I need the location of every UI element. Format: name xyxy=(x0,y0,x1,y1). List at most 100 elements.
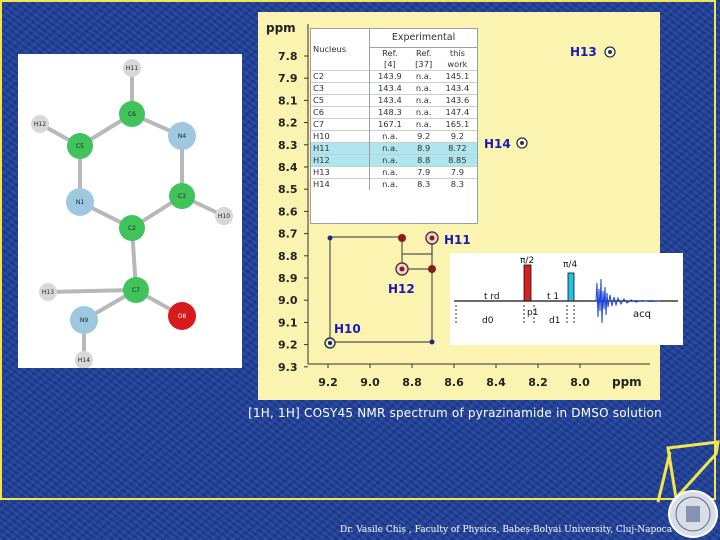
table-cell: C2 xyxy=(311,70,371,83)
table-cell: n.a. xyxy=(369,178,410,190)
molecule-panel: H11 C6 H12 C5 N4 C3 N1 H10 C2 C7 H13 N9 … xyxy=(18,54,242,369)
x-tick-label: 8.6 xyxy=(444,376,464,389)
label-h11: H11 xyxy=(444,233,471,247)
sub-header: this xyxy=(449,48,465,58)
table-cell: 8.8 xyxy=(409,154,438,167)
university-logo xyxy=(668,490,718,538)
svg-text:H13: H13 xyxy=(42,289,54,296)
table-cell: 9.2 xyxy=(437,130,477,143)
table-cell: 143.9 xyxy=(369,70,410,83)
table-cell: 145.1 xyxy=(437,70,477,83)
table-cell: n.a. xyxy=(409,82,438,95)
y-tick-label: 8.3 xyxy=(278,139,298,152)
y-tick-label: 7.9 xyxy=(278,72,298,85)
table-cell: n.a. xyxy=(409,118,438,131)
y-tick-label: 7.8 xyxy=(278,50,298,63)
sub-header: Ref. xyxy=(415,48,432,58)
footer-credit: Dr. Vasile Chiș , Faculty of Physics, Ba… xyxy=(340,525,673,535)
peak-h11 xyxy=(425,231,439,245)
y-tick-label: 8.1 xyxy=(278,94,298,107)
y-tick-label: 8.6 xyxy=(278,205,298,218)
label-h12: H12 xyxy=(388,282,415,296)
y-tick-label: 9.2 xyxy=(278,339,298,352)
table-row: C2 143.9 n.a. 145.1 xyxy=(311,70,477,83)
svg-text:H12: H12 xyxy=(34,121,46,128)
table-cell: H10 xyxy=(311,130,371,143)
table-cell: 167.1 xyxy=(369,118,410,131)
table-row: C5 143.4 n.a. 143.6 xyxy=(311,94,477,107)
sub-header: [4] xyxy=(383,59,396,69)
svg-text:C3: C3 xyxy=(178,193,186,200)
slide-caption: [1H, 1H] COSY45 NMR spectrum of pyrazina… xyxy=(248,406,662,420)
y-tick-label: 9.1 xyxy=(278,316,298,329)
peak-h10 xyxy=(324,337,336,349)
label-h10: H10 xyxy=(334,322,361,336)
group-header: Experimental xyxy=(369,29,477,48)
sub-header: [37] xyxy=(415,59,433,69)
x-tick-label: 8.8 xyxy=(402,376,422,389)
col-nucleus: Nucleus xyxy=(311,29,371,71)
svg-text:H11: H11 xyxy=(126,65,138,72)
table-cell: 8.3 xyxy=(409,178,438,190)
y-tick-label: 8.4 xyxy=(278,161,298,174)
x-tick-label: 8.0 xyxy=(570,376,590,389)
pulse-45 xyxy=(567,272,575,302)
chemical-shift-table: Nucleus Experimental Ref. Ref. this [4] … xyxy=(310,28,478,224)
table-row: C6 148.3 n.a. 147.4 xyxy=(311,106,477,119)
table-cell: 148.3 xyxy=(369,106,410,119)
svg-text:p1: p1 xyxy=(527,308,538,318)
label-h13: H13 xyxy=(570,45,597,59)
table-row: H11 n.a. 8.9 8.72 xyxy=(311,142,477,155)
table-row: H12 n.a. 8.8 8.85 xyxy=(311,154,477,167)
svg-text:C6: C6 xyxy=(128,111,136,118)
sub-header: work xyxy=(447,59,468,69)
table-row: C3 143.4 n.a. 143.4 xyxy=(311,82,477,95)
svg-text:N4: N4 xyxy=(178,133,186,140)
table-cell: 7.9 xyxy=(437,166,477,179)
peak-h13 xyxy=(604,46,616,58)
svg-text:C2: C2 xyxy=(128,225,136,232)
y-tick-label: 8.5 xyxy=(278,183,298,196)
table-cell: H13 xyxy=(311,166,371,179)
svg-text:H10: H10 xyxy=(218,213,230,220)
table-cell: 8.72 xyxy=(437,142,477,155)
svg-text:O8: O8 xyxy=(178,313,187,320)
table-cell: 8.9 xyxy=(409,142,438,155)
svg-text:C7: C7 xyxy=(132,287,140,294)
peak-h12 xyxy=(395,262,409,276)
sub-header: Ref. xyxy=(382,48,398,58)
table-cell: n.a. xyxy=(369,154,410,167)
table-cell: 147.4 xyxy=(437,106,477,119)
table-cell: n.a. xyxy=(369,130,410,143)
svg-text:acq: acq xyxy=(633,309,651,320)
table-cell: C6 xyxy=(311,106,371,119)
y-tick-label: 8.2 xyxy=(278,117,298,130)
svg-text:N1: N1 xyxy=(76,199,84,206)
y-tick-label: 8.7 xyxy=(278,228,298,241)
label-h14: H14 xyxy=(484,137,511,151)
pulse-sequence-inset: π/2 π/4 t rd t 1 p1 d0 d1 acq xyxy=(450,253,683,345)
peak-h14 xyxy=(516,137,528,149)
table-row: H14 n.a. 8.3 8.3 xyxy=(311,178,477,190)
table-cell: H14 xyxy=(311,178,371,190)
x-tick-label: 8.2 xyxy=(528,376,548,389)
svg-text:H14: H14 xyxy=(78,357,90,364)
table-cell: n.a. xyxy=(369,166,410,179)
x-tick-label: 8.4 xyxy=(486,376,506,389)
table-cell: 9.2 xyxy=(409,130,438,143)
table-cell: 143.4 xyxy=(369,94,410,107)
table-cell: 8.3 xyxy=(437,178,477,190)
table-cell: 165.1 xyxy=(437,118,477,131)
table-cell: C5 xyxy=(311,94,371,107)
table-row: H10 n.a. 9.2 9.2 xyxy=(311,130,477,143)
svg-text:N9: N9 xyxy=(80,317,88,324)
svg-text:d1: d1 xyxy=(549,316,560,326)
table-cell: H11 xyxy=(311,142,371,155)
svg-text:t rd: t rd xyxy=(484,292,500,302)
x-tick-label: 9.0 xyxy=(360,376,380,389)
table-cell: H12 xyxy=(311,154,371,167)
pyrazinamide-structure: H11 C6 H12 C5 N4 C3 N1 H10 C2 C7 H13 N9 … xyxy=(31,59,233,369)
y-tick-label: 8.9 xyxy=(278,272,298,285)
svg-text:C5: C5 xyxy=(76,143,84,150)
table-cell: 143.4 xyxy=(437,82,477,95)
